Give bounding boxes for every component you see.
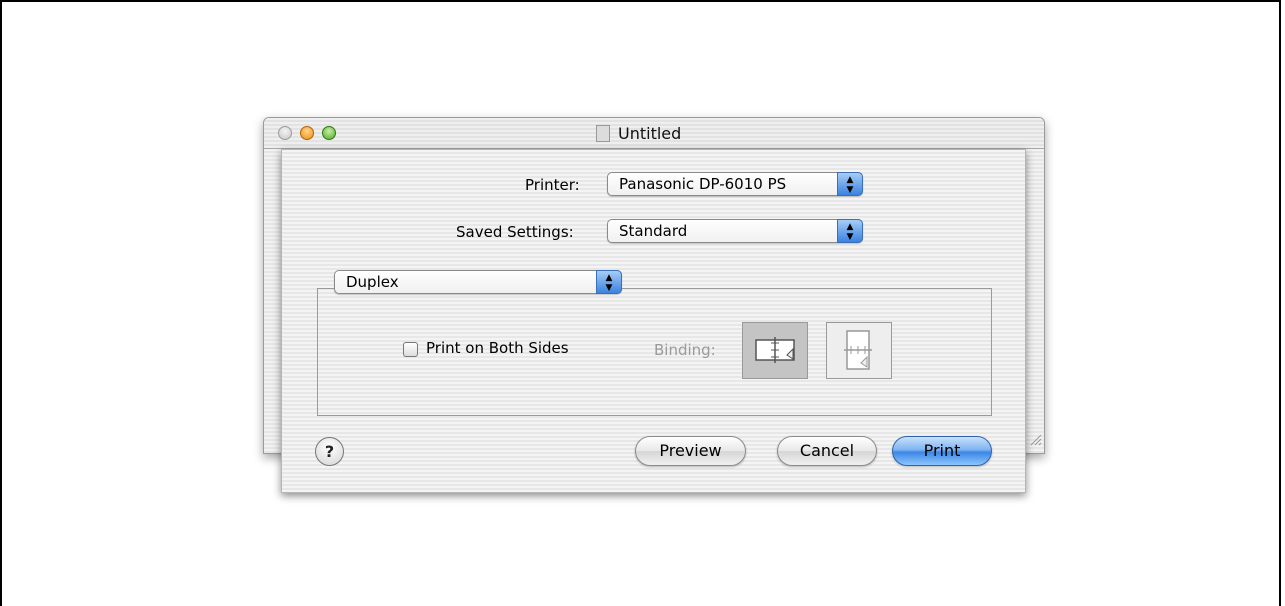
print-sheet: Printer: Panasonic DP-6010 PS ▲ ▼ Saved S…	[281, 149, 1026, 493]
print-both-sides-checkbox[interactable]	[403, 342, 418, 357]
printer-popup[interactable]: Panasonic DP-6010 PS ▲ ▼	[607, 172, 863, 196]
help-button[interactable]: ?	[315, 437, 344, 466]
short-edge-binding-icon	[844, 330, 872, 370]
printer-label: Printer:	[525, 176, 580, 194]
long-edge-binding-button[interactable]	[742, 322, 808, 379]
cancel-button[interactable]: Cancel	[777, 436, 877, 466]
close-window-button[interactable]	[278, 126, 292, 140]
popup-arrows-icon: ▲ ▼	[596, 270, 622, 294]
popup-arrows-icon: ▲ ▼	[837, 172, 863, 196]
saved-settings-popup[interactable]: Standard ▲ ▼	[607, 219, 863, 243]
saved-settings-popup-value: Standard	[619, 222, 688, 240]
panel-popup-value: Duplex	[346, 273, 399, 291]
print-both-sides-label[interactable]: Print on Both Sides	[426, 339, 569, 357]
minimize-window-button[interactable]	[300, 126, 314, 140]
zoom-window-button[interactable]	[322, 126, 336, 140]
window-titlebar[interactable]: Untitled	[264, 118, 1044, 149]
window-title: Untitled	[618, 124, 682, 143]
document-icon	[596, 125, 610, 142]
short-edge-binding-button[interactable]	[826, 322, 892, 379]
printer-popup-value: Panasonic DP-6010 PS	[619, 175, 787, 193]
panel-popup[interactable]: Duplex ▲ ▼	[334, 270, 622, 294]
binding-label: Binding:	[654, 341, 716, 359]
popup-arrows-icon: ▲ ▼	[837, 219, 863, 243]
preview-button[interactable]: Preview	[635, 436, 746, 466]
long-edge-binding-icon	[755, 337, 795, 363]
print-button[interactable]: Print	[892, 436, 992, 466]
resize-grip-icon[interactable]	[1028, 432, 1042, 446]
saved-settings-label: Saved Settings:	[456, 223, 574, 241]
